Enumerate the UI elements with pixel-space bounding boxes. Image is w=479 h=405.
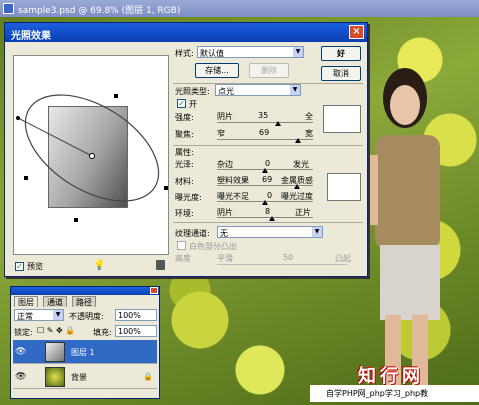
light-color-swatch[interactable] xyxy=(323,105,361,133)
ok-button[interactable]: 好 xyxy=(321,46,361,61)
light-type-select[interactable]: 点光 ▼ xyxy=(215,84,301,96)
tab-paths[interactable]: 路径 xyxy=(72,296,96,307)
light-bulb-icon[interactable]: 💡 xyxy=(93,260,105,271)
ambient-color-swatch[interactable] xyxy=(327,173,361,201)
height-label: 高度 xyxy=(175,254,191,263)
ambience-label: 环境: xyxy=(175,209,194,218)
ambience-slider-knob[interactable] xyxy=(269,216,275,221)
intensity-value: 35 xyxy=(258,111,269,120)
opacity-label: 不透明度: xyxy=(69,312,104,321)
save-button[interactable]: 存储... xyxy=(195,63,239,78)
document-title: sample3.psd @ 69.8% (图层 1, RGB) xyxy=(18,6,181,16)
close-icon[interactable] xyxy=(150,287,158,294)
layers-palette: 图层 通道 路径 正常 ▼ 不透明度: 100% 锁定: ☐ ✎ ✥ 🔒 填充: … xyxy=(10,286,160,399)
lighting-effects-dialog: 光照效果 × ✓ 预览 💡 样式: 默认值 ▼ 存储... 删除 好 取消 光照类… xyxy=(4,22,368,277)
exposure-label: 曝光度: xyxy=(175,193,202,202)
intensity-slider[interactable] xyxy=(217,122,313,123)
intensity-label: 强度: xyxy=(175,113,194,122)
texture-group xyxy=(173,222,363,223)
layer-thumbnail xyxy=(45,342,65,362)
height-slider[interactable] xyxy=(217,264,347,265)
layer-name: 背景 xyxy=(71,373,87,382)
intensity-slider-knob[interactable] xyxy=(275,121,281,126)
layer-row-layer1[interactable]: 👁 图层 1 xyxy=(13,340,157,364)
cancel-button[interactable]: 取消 xyxy=(321,66,361,81)
style-label: 样式: xyxy=(175,49,194,58)
tab-channels[interactable]: 通道 xyxy=(43,296,67,307)
blend-mode-select[interactable]: 正常 ▼ xyxy=(14,309,64,321)
texture-channel-label: 纹理通道: xyxy=(175,229,210,238)
chevron-down-icon: ▼ xyxy=(290,85,300,95)
fill-input[interactable]: 100% xyxy=(115,325,157,337)
lighting-preview[interactable] xyxy=(13,55,169,255)
white-is-high-checkbox[interactable] xyxy=(177,241,186,250)
gloss-slider-knob[interactable] xyxy=(262,168,268,173)
layer-row-background[interactable]: 👁 背景 🔒 xyxy=(13,365,157,389)
height-value: 50 xyxy=(283,253,294,262)
lock-icon: 🔒 xyxy=(143,372,153,381)
document-title-bar: sample3.psd @ 69.8% (图层 1, RGB) xyxy=(0,0,479,17)
material-label: 材料: xyxy=(175,177,194,186)
ambience-slider[interactable] xyxy=(217,217,313,218)
opacity-input[interactable]: 100% xyxy=(115,309,157,321)
white-is-high-label: 白色部分凸出 xyxy=(189,242,237,251)
gloss-label: 光泽: xyxy=(175,160,194,169)
preview-label: 预览 xyxy=(27,262,43,271)
layers-title-bar[interactable] xyxy=(11,287,159,295)
layer-name: 图层 1 xyxy=(71,348,95,357)
preview-controls: ✓ 预览 💡 xyxy=(13,260,169,273)
style-select[interactable]: 默认值 ▼ xyxy=(197,46,304,58)
properties-label: 属性: xyxy=(175,148,194,157)
eye-icon[interactable]: 👁 xyxy=(15,347,26,357)
chevron-down-icon: ▼ xyxy=(312,227,322,237)
chevron-down-icon: ▼ xyxy=(53,310,63,320)
lock-label: 锁定: xyxy=(14,328,33,337)
model-photo xyxy=(360,68,440,395)
delete-button[interactable]: 删除 xyxy=(249,63,289,78)
intensity-min-label: 阴片 xyxy=(217,112,233,121)
chevron-down-icon: ▼ xyxy=(293,47,303,57)
dialog-title: 光照效果 xyxy=(11,31,51,42)
material-value: 69 xyxy=(262,175,273,184)
photoshop-doc-icon xyxy=(3,3,14,14)
dialog-title-bar[interactable]: 光照效果 × xyxy=(5,23,367,42)
height-min-label: 平滑 xyxy=(217,254,233,263)
eye-icon[interactable]: 👁 xyxy=(15,372,26,382)
focus-min-label: 窄 xyxy=(217,129,225,138)
focus-label: 聚焦: xyxy=(175,130,194,139)
focus-value: 69 xyxy=(259,128,270,137)
texture-channel-select[interactable]: 无 ▼ xyxy=(217,226,323,238)
close-icon[interactable]: × xyxy=(349,25,364,39)
properties-group xyxy=(173,145,363,146)
exposure-value: 0 xyxy=(267,191,273,200)
trash-icon[interactable] xyxy=(156,260,165,270)
watermark-text: 自学PHP网_php学习_php教 xyxy=(310,385,479,402)
lock-icons[interactable]: ☐ ✎ ✥ 🔒 xyxy=(37,326,75,335)
preview-checkbox[interactable]: ✓ xyxy=(15,262,24,271)
ambience-value: 8 xyxy=(265,207,271,216)
height-max-label: 凸起 xyxy=(335,254,351,263)
gloss-value: 0 xyxy=(265,159,271,168)
fill-label: 填充: xyxy=(93,328,112,337)
focus-max-label: 宽 xyxy=(305,129,313,138)
exposure-slider-knob[interactable] xyxy=(262,200,268,205)
tab-layers[interactable]: 图层 xyxy=(14,296,38,307)
light-type-label: 光照类型: xyxy=(175,87,210,96)
light-ellipse-overlay[interactable] xyxy=(14,56,170,256)
focus-slider-knob[interactable] xyxy=(295,138,301,143)
light-on-checkbox[interactable]: ✓ xyxy=(177,99,186,108)
material-slider-knob[interactable] xyxy=(294,184,300,189)
layer-thumbnail xyxy=(45,367,65,387)
intensity-max-label: 全 xyxy=(305,112,313,121)
light-on-label: 开 xyxy=(189,100,197,109)
